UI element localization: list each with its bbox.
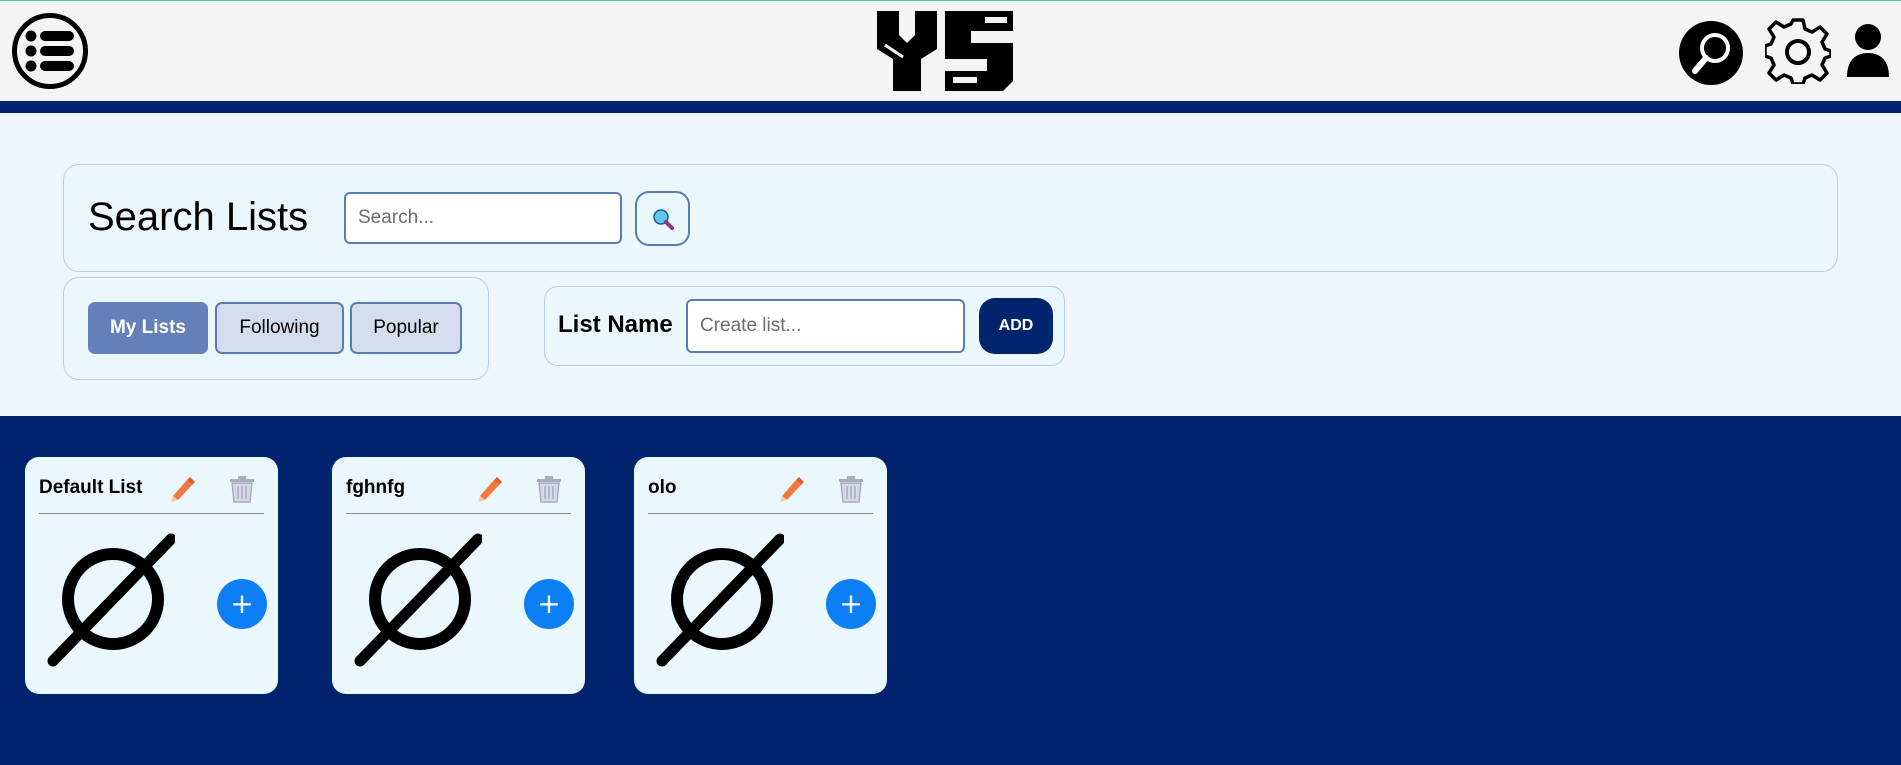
add-item-button[interactable]: + [826, 579, 876, 629]
header-divider-bar [0, 101, 1901, 113]
top-header [0, 0, 1901, 101]
add-item-button[interactable]: + [524, 579, 574, 629]
tab-popular[interactable]: Popular [350, 302, 462, 354]
card-divider [346, 513, 571, 514]
card-divider [39, 513, 264, 514]
search-title: Search Lists [88, 195, 309, 239]
list-card[interactable]: Default List + [25, 457, 278, 694]
pencil-icon[interactable] [168, 475, 196, 503]
list-card[interactable]: olo + [634, 457, 887, 694]
search-panel: Search Lists [63, 164, 1838, 272]
search-icon [1692, 33, 1730, 74]
empty-set-icon [656, 533, 784, 667]
tab-following[interactable]: Following [215, 302, 344, 354]
list-name-input[interactable] [686, 299, 965, 353]
user-icon[interactable] [1845, 23, 1891, 79]
list-name-label: List Name [558, 311, 673, 338]
create-list-panel: List Name ADD [544, 286, 1065, 366]
empty-set-icon [47, 533, 175, 667]
empty-set-icon [354, 533, 482, 667]
tab-my-lists[interactable]: My Lists [88, 302, 208, 354]
search-input[interactable] [344, 192, 622, 244]
trash-icon[interactable] [535, 474, 563, 504]
header-search-button[interactable] [1679, 21, 1743, 85]
trash-icon[interactable] [837, 474, 865, 504]
pencil-icon[interactable] [475, 475, 503, 503]
add-list-button[interactable]: ADD [979, 298, 1053, 354]
card-divider [648, 513, 873, 514]
gear-icon[interactable] [1765, 18, 1831, 84]
list-card-title: Default List [39, 477, 143, 498]
add-item-button[interactable]: + [217, 579, 267, 629]
list-tabs: My Lists Following Popular [63, 277, 489, 380]
search-submit-button[interactable] [635, 191, 690, 246]
search-icon [653, 209, 674, 230]
list-card-title: olo [648, 477, 677, 498]
list-card-title: fghnfg [346, 477, 406, 498]
pencil-icon[interactable] [777, 475, 805, 503]
trash-icon[interactable] [228, 474, 256, 504]
list-menu-icon [25, 30, 74, 72]
filter-area: Search Lists My Lists Following Popular … [0, 113, 1901, 416]
menu-button[interactable] [12, 13, 88, 89]
ys-logo[interactable] [873, 9, 1017, 93]
list-card[interactable]: fghnfg + [332, 457, 585, 694]
